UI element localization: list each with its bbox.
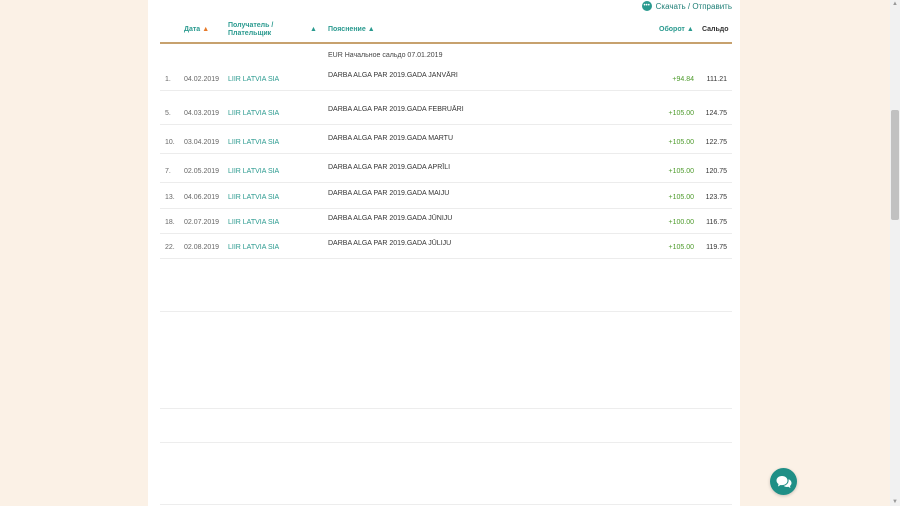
row-number: 5. — [165, 110, 171, 117]
row-description: DARBA ALGA PAR 2019.GADA JŪNIJU — [328, 215, 453, 222]
header-date[interactable]: Дата ▲ — [184, 26, 209, 34]
row-date: 04.06.2019 — [184, 194, 220, 201]
statement-panel: ••• Скачать / Отправить Дата ▲ Получатель… — [148, 0, 740, 506]
row-description: DARBA ALGA PAR 2019.GADA FEBRUĀRI — [328, 106, 464, 113]
opening-balance: EUR Начальное сальдо 07.01.2019 — [328, 52, 443, 59]
row-balance: 116.75 — [706, 219, 727, 226]
scrollbar-thumb[interactable] — [891, 110, 899, 220]
table-row[interactable]: 18. 02.07.2019 LIIR LATVIA SIA DARBA ALG… — [160, 211, 732, 234]
row-payee-link[interactable]: LIIR LATVIA SIA — [228, 76, 279, 83]
row-payee-link[interactable]: LIIR LATVIA SIA — [228, 219, 279, 226]
row-turnover: +105.00 — [668, 110, 695, 117]
chat-button[interactable] — [770, 468, 797, 495]
row-number: 18. — [165, 219, 175, 226]
scroll-down-icon[interactable]: ▼ — [891, 498, 899, 506]
sort-arrow-icon[interactable]: ▲ — [202, 26, 209, 33]
divider — [160, 311, 732, 312]
row-date: 04.02.2019 — [184, 76, 220, 83]
row-payee-link[interactable]: LIIR LATVIA SIA — [228, 194, 279, 201]
row-payee-link[interactable]: LIIR LATVIA SIA — [228, 244, 279, 251]
divider — [160, 442, 732, 443]
scroll-up-icon[interactable]: ▲ — [891, 0, 899, 8]
download-toolbar: ••• Скачать / Отправить — [641, 0, 732, 12]
table-row[interactable]: 22. 02.08.2019 LIIR LATVIA SIA DARBA ALG… — [160, 236, 732, 259]
row-date: 04.03.2019 — [184, 110, 220, 117]
row-balance: 124.75 — [705, 110, 727, 117]
scrollbar[interactable]: ▲ ▼ — [890, 0, 900, 506]
row-description: DARBA ALGA PAR 2019.GADA APRĪLI — [328, 164, 451, 171]
row-payee-link[interactable]: LIIR LATVIA SIA — [228, 139, 279, 146]
header-date-label: Дата — [184, 26, 201, 33]
sort-arrow-icon[interactable]: ▲ — [310, 26, 317, 34]
row-turnover: +100.00 — [668, 219, 695, 226]
more-dots-icon[interactable]: ••• — [641, 1, 652, 11]
sort-arrow-icon[interactable]: ▲ — [368, 26, 375, 33]
row-turnover: +94.84 — [672, 76, 694, 83]
row-number: 10. — [165, 139, 175, 146]
row-description: DARBA ALGA PAR 2019.GADA JANVĀRI — [328, 72, 458, 79]
row-description: DARBA ALGA PAR 2019.GADA JŪLIJU — [328, 240, 452, 247]
table-row[interactable]: 13. 04.06.2019 LIIR LATVIA SIA DARBA ALG… — [160, 186, 732, 209]
row-payee-link[interactable]: LIIR LATVIA SIA — [228, 168, 279, 175]
header-payee[interactable]: Получатель / Плательщик — [228, 22, 273, 38]
row-balance: 120.75 — [705, 168, 727, 175]
row-date: 02.05.2019 — [184, 168, 220, 175]
row-date: 02.08.2019 — [184, 244, 220, 251]
table-row[interactable]: 5. 04.03.2019 LIIR LATVIA SIA DARBA ALGA… — [160, 102, 732, 125]
chat-bubbles-icon — [776, 475, 791, 488]
header-turnover-label: Оборот — [659, 26, 685, 33]
row-number: 13. — [165, 194, 175, 201]
row-description: DARBA ALGA PAR 2019.GADA MAIJU — [328, 190, 450, 197]
row-turnover: +105.00 — [668, 139, 695, 146]
row-balance: 119.75 — [706, 244, 727, 251]
table-header: Дата ▲ Получатель / Плательщик ▲ Пояснени… — [160, 18, 732, 44]
row-number: 7. — [165, 168, 171, 175]
row-date: 02.07.2019 — [184, 219, 220, 226]
divider — [160, 408, 732, 409]
header-turnover[interactable]: Оборот ▲ — [659, 26, 694, 34]
row-balance: 122.75 — [705, 139, 727, 146]
row-number: 22. — [165, 244, 175, 251]
table-row[interactable]: 7. 02.05.2019 LIIR LATVIA SIA DARBA ALGA… — [160, 160, 732, 183]
header-payee-label-1: Получатель / — [228, 22, 274, 29]
row-date: 03.04.2019 — [184, 139, 220, 146]
header-balance: Сальдо — [702, 26, 729, 33]
row-payee-link[interactable]: LIIR LATVIA SIA — [228, 110, 279, 117]
header-payee-label-2: Плательщик — [228, 30, 272, 37]
sort-arrow-icon[interactable]: ▲ — [687, 26, 694, 33]
table-row[interactable]: 10. 03.04.2019 LIIR LATVIA SIA DARBA ALG… — [160, 131, 732, 154]
download-send-link[interactable]: Скачать / Отправить — [656, 2, 732, 11]
row-number: 1. — [165, 76, 171, 83]
row-turnover: +105.00 — [668, 244, 695, 251]
row-description: DARBA ALGA PAR 2019.GADA MARTU — [328, 135, 454, 142]
row-balance: 111.21 — [706, 76, 727, 83]
table-row[interactable]: 1. 04.02.2019 LIIR LATVIA SIA DARBA ALGA… — [160, 68, 732, 91]
row-turnover: +105.00 — [668, 168, 695, 175]
header-description[interactable]: Пояснение ▲ — [328, 26, 375, 34]
header-description-label: Пояснение — [328, 26, 366, 33]
row-balance: 123.75 — [705, 194, 727, 201]
row-turnover: +105.00 — [668, 194, 695, 201]
divider — [160, 504, 732, 505]
